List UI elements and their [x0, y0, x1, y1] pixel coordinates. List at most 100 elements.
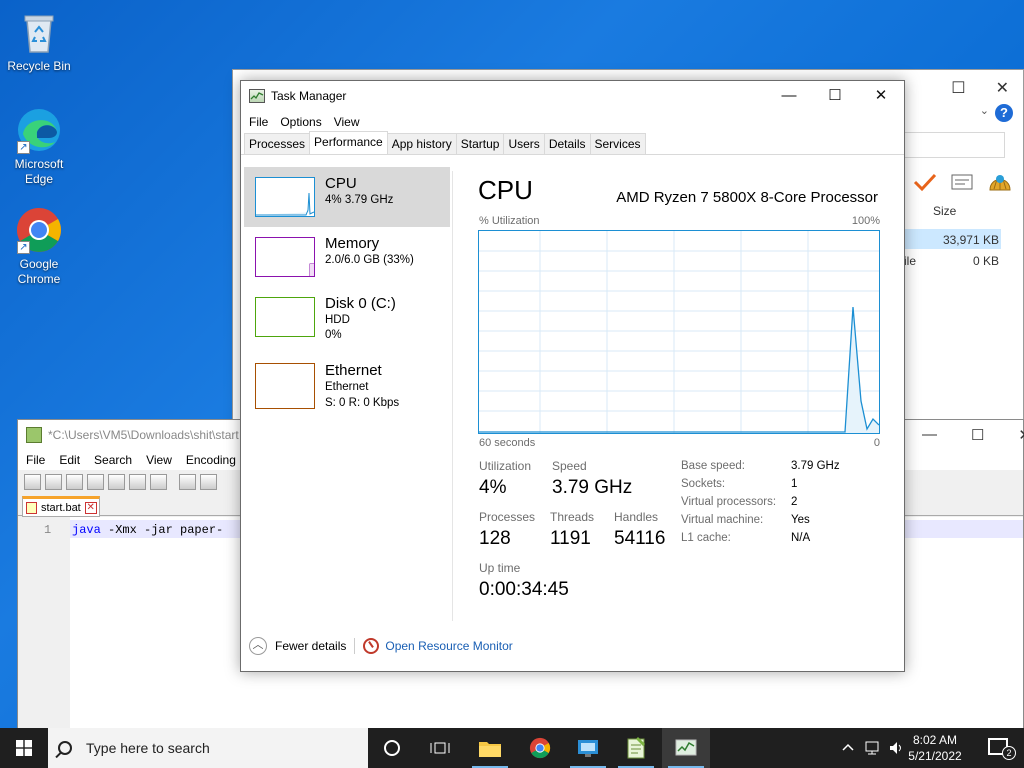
explorer-search-box[interactable]	[903, 132, 1005, 158]
uptime-label: Up time	[479, 561, 521, 575]
close-tab-icon[interactable]: ✕	[84, 501, 97, 514]
tab-start-bat[interactable]: start.bat ✕	[22, 496, 100, 517]
tab-users[interactable]: Users	[503, 133, 545, 154]
minimize-icon[interactable]: —	[766, 81, 812, 111]
edge-label: Microsoft Edge	[14, 157, 64, 186]
cpu-thumbnail-graph	[255, 177, 315, 217]
resource-cpu[interactable]: CPU 4% 3.79 GHz	[244, 167, 450, 227]
cpu-model: AMD Ryzen 7 5800X 8-Core Processor	[616, 189, 878, 206]
base-speed-value: 3.79 GHz	[791, 460, 840, 472]
save-icon[interactable]	[66, 474, 83, 490]
menu-view[interactable]: View	[334, 115, 360, 129]
chevron-up-icon[interactable]: ︿	[249, 637, 267, 655]
handles-label: Handles	[614, 510, 659, 524]
task-manager-caption-buttons: — ☐ ✕	[766, 81, 904, 111]
desktop-icon-edge[interactable]: ↗ Microsoft Edge	[1, 106, 77, 187]
menu-file[interactable]: File	[249, 115, 268, 129]
file-size: 0 KB	[972, 254, 999, 268]
maximize-icon[interactable]: ☐	[812, 81, 858, 111]
fewer-details-button[interactable]: Fewer details	[275, 639, 346, 653]
tab-app-history[interactable]: App history	[386, 133, 457, 154]
task-manager-window[interactable]: Task Manager — ☐ ✕ File Options View Pro…	[240, 80, 905, 672]
close-icon[interactable]: ✕	[1018, 426, 1024, 444]
search-placeholder: Type here to search	[86, 740, 210, 756]
new-file-icon[interactable]	[24, 474, 41, 490]
open-file-icon[interactable]	[45, 474, 62, 490]
shell-icon[interactable]	[987, 170, 1013, 194]
copy-icon[interactable]	[200, 474, 217, 490]
tab-services[interactable]: Services	[589, 133, 646, 154]
tab-processes[interactable]: Processes	[244, 133, 311, 154]
cortana-button[interactable]	[368, 728, 416, 768]
chevron-down-icon[interactable]: ⌄	[980, 104, 989, 117]
help-icon[interactable]: ?	[995, 104, 1013, 122]
resource-memory[interactable]: Memory 2.0/6.0 GB (33%)	[244, 227, 450, 287]
file-type-partial: ile	[904, 254, 917, 268]
task-manager-tabs: Processes Performance App history Startu…	[241, 131, 904, 155]
task-manager-app-icon	[249, 89, 265, 103]
system-tray: 8:02 AM 5/21/2022 2	[824, 728, 1024, 768]
close-icon[interactable]: ✕	[858, 81, 904, 111]
tab-startup[interactable]: Startup	[455, 133, 505, 154]
close-file-icon[interactable]	[108, 474, 125, 490]
menu-options[interactable]: Options	[280, 115, 321, 129]
taskbar-search-box[interactable]: Type here to search	[48, 728, 368, 768]
desktop-icon-recycle-bin[interactable]: Recycle Bin	[1, 8, 77, 74]
menu-encoding[interactable]: Encoding	[186, 453, 236, 467]
panel-divider	[452, 171, 453, 621]
menu-file[interactable]: File	[26, 453, 45, 467]
chrome-icon: ↗	[15, 206, 63, 254]
resource-detail: HDD	[325, 314, 350, 326]
task-view-button[interactable]	[416, 728, 464, 768]
cut-icon[interactable]	[179, 474, 196, 490]
taskbar-file-explorer[interactable]	[466, 728, 514, 768]
resource-detail: 2.0/6.0 GB (33%)	[325, 254, 414, 266]
minimize-icon[interactable]: —	[922, 426, 937, 444]
taskbar-notepad[interactable]	[612, 728, 660, 768]
utilization-axis-max: 100%	[851, 215, 880, 227]
menu-search[interactable]: Search	[94, 453, 132, 467]
tab-performance[interactable]: Performance	[309, 131, 388, 154]
taskbar-task-manager[interactable]	[662, 728, 710, 768]
notepad-caption-buttons: — ☐ ✕	[922, 426, 1024, 444]
bat-file-icon	[26, 501, 37, 514]
processes-label: Processes	[479, 510, 536, 524]
clock-date: 5/21/2022	[908, 749, 962, 763]
close-all-icon[interactable]	[129, 474, 146, 490]
resource-detail: 0%	[325, 329, 342, 341]
save-all-icon[interactable]	[87, 474, 104, 490]
clock[interactable]: 8:02 AM 5/21/2022	[900, 732, 970, 764]
code-line[interactable]: java -Xmx -jar paper-	[72, 523, 223, 537]
close-icon[interactable]: ✕	[996, 78, 1009, 98]
sockets-label: Sockets:	[681, 478, 726, 490]
line-number-gutter	[18, 517, 70, 728]
speed-value: 3.79 GHz	[552, 477, 633, 498]
tab-details[interactable]: Details	[543, 133, 591, 154]
taskbar-chrome[interactable]	[516, 728, 564, 768]
handles-value: 54116	[614, 528, 666, 549]
resource-name: CPU	[325, 175, 357, 192]
ethernet-thumbnail-graph	[255, 363, 315, 409]
virtual-processors-value: 2	[791, 496, 798, 508]
maximize-icon[interactable]: ☐	[951, 78, 965, 98]
network-icon[interactable]	[864, 740, 882, 756]
menu-view[interactable]: View	[146, 453, 172, 467]
size-column-header[interactable]: Size	[933, 204, 956, 218]
menu-edit[interactable]: Edit	[59, 453, 80, 467]
properties-icon[interactable]	[951, 173, 973, 191]
chevron-up-icon[interactable]	[842, 742, 854, 752]
checkmark-icon[interactable]	[913, 172, 937, 192]
maximize-icon[interactable]: ☐	[971, 426, 984, 444]
folder-icon	[479, 742, 501, 757]
task-manager-footer: ︿ Fewer details Open Resource Monitor	[249, 637, 513, 655]
disk-thumbnail-graph	[255, 297, 315, 337]
print-icon[interactable]	[150, 474, 167, 490]
windows-logo-icon	[16, 740, 32, 756]
taskbar-remote-app[interactable]	[564, 728, 612, 768]
resource-disk[interactable]: Disk 0 (C:) HDD 0%	[244, 287, 450, 347]
open-resource-monitor-link[interactable]: Open Resource Monitor	[385, 639, 512, 653]
shortcut-arrow-icon: ↗	[17, 141, 30, 154]
resource-ethernet[interactable]: Ethernet Ethernet S: 0 R: 0 Kbps	[244, 353, 450, 413]
start-button[interactable]	[0, 728, 48, 768]
desktop-icon-chrome[interactable]: ↗ Google Chrome	[1, 206, 77, 287]
